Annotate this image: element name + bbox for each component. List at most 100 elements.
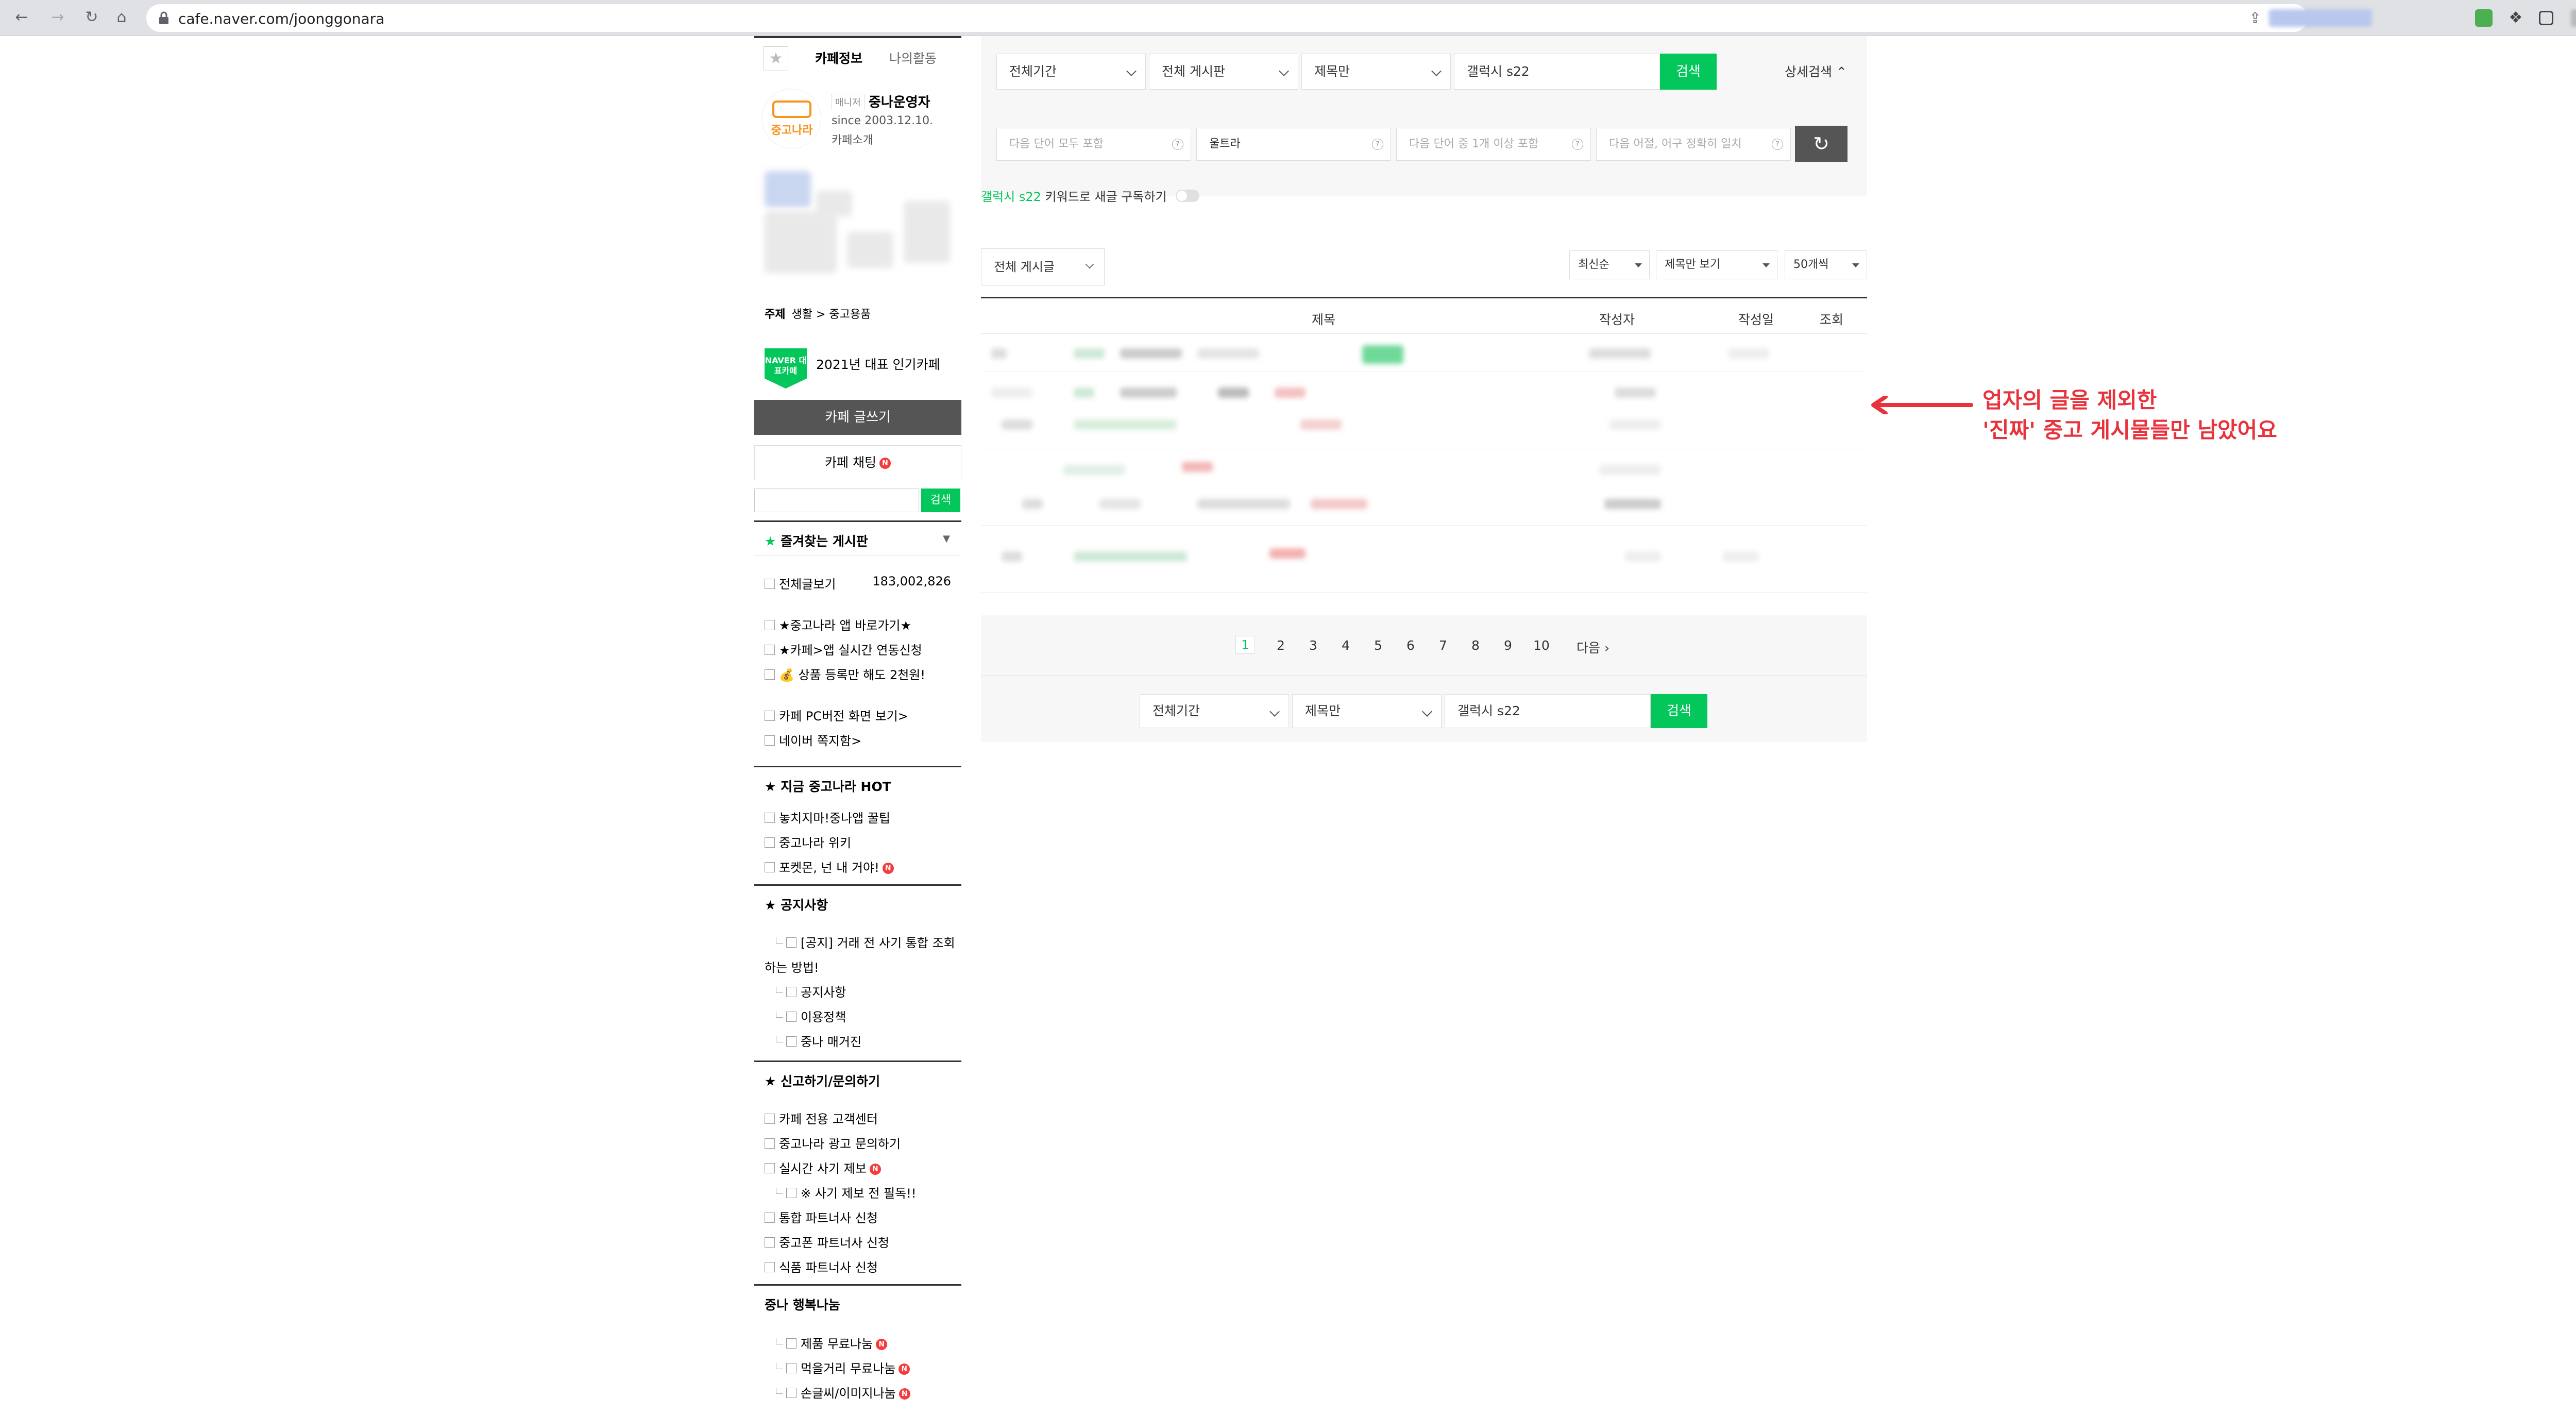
period-select[interactable]: 전체기간 xyxy=(996,54,1146,90)
page-9[interactable]: 9 xyxy=(1504,638,1512,653)
address-bar[interactable]: cafe.naver.com/joonggonara ⇪ ☆ xyxy=(146,4,2308,32)
bottom-search-button[interactable]: 검색 xyxy=(1651,694,1707,728)
page-8[interactable]: 8 xyxy=(1471,638,1480,653)
forward-icon[interactable]: → xyxy=(46,6,69,29)
page-1[interactable]: 1 xyxy=(1235,636,1255,654)
page-5[interactable]: 5 xyxy=(1374,638,1382,653)
sidebar-search-input[interactable] xyxy=(754,489,919,512)
sidebar-item[interactable]: ★카페>앱 실시간 연동신청 xyxy=(765,640,922,658)
sidebar-item[interactable]: 놓치지마!중나앱 꿀팁 xyxy=(765,808,890,826)
sidepanel-icon[interactable] xyxy=(2539,11,2553,25)
sidebar-item[interactable]: 네이버 쪽지함> xyxy=(765,731,861,749)
share-icon[interactable]: ⇪ xyxy=(2249,10,2261,26)
sidebar-item[interactable]: 실시간 사기 제보 N xyxy=(765,1158,881,1176)
sidebar-item[interactable]: [공지] 거래 전 사기 통합 조회 xyxy=(776,933,955,951)
scope-select[interactable]: 제목만 xyxy=(1301,54,1451,90)
back-icon[interactable]: ← xyxy=(10,6,33,29)
board-icon xyxy=(786,1338,796,1349)
blurred-info xyxy=(765,211,837,273)
sidebar-item-label: 놓치지마!중나앱 꿀팁 xyxy=(779,811,890,826)
view-mode-select[interactable]: 제목만 보기 xyxy=(1656,250,1777,279)
sidebar-item[interactable]: 중고폰 파트너사 신청 xyxy=(765,1233,889,1251)
page-4[interactable]: 4 xyxy=(1342,638,1350,653)
cafe-intro-link[interactable]: 카페소개 xyxy=(832,131,873,147)
subscribe-toggle[interactable] xyxy=(1176,190,1199,202)
lock-icon xyxy=(159,11,168,24)
cafe-logo[interactable]: 중고나라 xyxy=(761,89,821,148)
sidebar-item[interactable]: 카페 PC버전 화면 보기> xyxy=(765,706,908,724)
favorites-title: 즐겨찾는 게시판 xyxy=(781,534,868,549)
help-icon[interactable]: ? xyxy=(1172,139,1183,150)
sidebar-item-label: ★카페>앱 실시간 연동신청 xyxy=(779,643,922,658)
help-icon[interactable]: ? xyxy=(1372,139,1383,150)
sort-select[interactable]: 최신순 xyxy=(1569,250,1650,279)
sidebar-item[interactable]: 중나 매거진 xyxy=(776,1032,861,1050)
next-page-link[interactable]: 다음 › xyxy=(1577,638,1609,656)
tab-my-activity[interactable]: 나의활동 xyxy=(889,48,937,67)
help-icon[interactable]: ? xyxy=(1772,139,1783,150)
extension-icon[interactable] xyxy=(2475,9,2493,27)
table-row[interactable] xyxy=(981,526,1867,593)
favorites-header[interactable]: ★ 즐겨찾는 게시판 ▼ xyxy=(754,520,961,554)
detail-search-toggle[interactable]: 상세검색 ⌃ xyxy=(1785,62,1847,80)
exact-phrase-input[interactable]: 다음 어절, 어구 정확히 일치? xyxy=(1596,128,1791,161)
any-words-input[interactable]: 다음 단어 중 1개 이상 포함? xyxy=(1396,128,1591,161)
exclude-words-input[interactable]: 울트라? xyxy=(1196,128,1391,161)
cafe-topic: 주제 생활 > 중고용품 xyxy=(765,305,871,322)
sidebar-item[interactable]: 포켓몬, 넌 내 거야! N xyxy=(765,857,894,876)
sort-value: 최신순 xyxy=(1578,258,1609,271)
favorite-star-icon[interactable]: ★ xyxy=(764,46,788,71)
board-filter-select[interactable]: 전체 게시글 xyxy=(981,248,1105,285)
help-icon[interactable]: ? xyxy=(1572,139,1583,150)
sidebar-item[interactable]: ※ 사기 제보 전 필독!! xyxy=(776,1183,916,1201)
page-6[interactable]: 6 xyxy=(1406,638,1415,653)
per-page-value: 50개씩 xyxy=(1793,258,1829,271)
cafe-chat-button[interactable]: 카페 채팅 N xyxy=(754,445,961,480)
sidebar-item[interactable]: 중고나라 위키 xyxy=(765,833,851,851)
sidebar-item[interactable]: 공지사항 xyxy=(776,982,846,1000)
page-3[interactable]: 3 xyxy=(1309,638,1317,653)
sidebar-item[interactable]: 통합 파트너사 신청 xyxy=(765,1208,878,1226)
sidebar-item[interactable]: 제품 무료나눔 N xyxy=(776,1334,888,1352)
page-7[interactable]: 7 xyxy=(1439,638,1447,653)
reset-icon[interactable]: ↻ xyxy=(1795,126,1848,162)
tab-cafe-info[interactable]: 카페정보 xyxy=(815,48,862,67)
sidebar-item[interactable]: 중고나라 광고 문의하기 xyxy=(765,1134,901,1152)
reload-icon[interactable]: ↻ xyxy=(80,6,103,29)
search-button[interactable]: 검색 xyxy=(1660,54,1717,90)
per-page-select[interactable]: 50개씩 xyxy=(1785,250,1867,279)
sidebar-item[interactable]: 💰 상품 등록만 해도 2천원! xyxy=(765,665,925,683)
profile-icon[interactable] xyxy=(2571,9,2576,27)
sidebar-item-label: 공지사항 xyxy=(801,985,846,1000)
chevron-down-icon xyxy=(1422,706,1432,717)
exact-phrase-placeholder: 다음 어절, 어구 정확히 일치 xyxy=(1609,138,1742,150)
search-input[interactable]: 갤럭시 s22 xyxy=(1454,54,1660,90)
table-row[interactable] xyxy=(981,335,1867,372)
all-words-input[interactable]: 다음 단어 모두 포함? xyxy=(996,128,1191,161)
bottom-period-select[interactable]: 전체기간 xyxy=(1140,694,1289,728)
puzzle-icon[interactable]: ❖ xyxy=(2507,9,2524,27)
write-post-button[interactable]: 카페 글쓰기 xyxy=(754,400,961,435)
table-row[interactable] xyxy=(981,449,1867,526)
url-text: cafe.naver.com/joonggonara xyxy=(178,10,385,27)
tree-line xyxy=(776,937,783,944)
sidebar-item[interactable]: 먹을거리 무료나눔 N xyxy=(776,1358,910,1376)
home-icon[interactable]: ⌂ xyxy=(110,6,133,29)
dropdown-caret-icon[interactable]: ▼ xyxy=(943,533,950,544)
sidebar-item[interactable]: ★중고나라 앱 바로가기★ xyxy=(765,615,911,633)
page-10[interactable]: 10 xyxy=(1533,638,1550,653)
sidebar-item-continued[interactable]: 하는 방법! xyxy=(765,957,819,975)
page-2[interactable]: 2 xyxy=(1277,638,1285,653)
sidebar-item[interactable]: 손글씨/이미지나눔 N xyxy=(776,1383,910,1401)
sidebar-search-button[interactable]: 검색 xyxy=(921,489,960,512)
manager-name[interactable]: 중나운영자 xyxy=(869,92,930,111)
sidebar-item-all-posts[interactable]: 전체글보기 xyxy=(765,574,836,592)
sidebar-item[interactable]: 이용정책 xyxy=(776,1007,846,1025)
sidebar-item[interactable]: 카페 전용 고객센터 xyxy=(765,1109,878,1127)
bottom-search-input[interactable]: 갤럭시 s22 xyxy=(1445,694,1651,728)
board-value: 전체 게시판 xyxy=(1162,64,1225,79)
sidebar-item[interactable]: 식품 파트너사 신청 xyxy=(765,1257,878,1275)
table-row[interactable] xyxy=(981,372,1867,449)
bottom-scope-select[interactable]: 제목만 xyxy=(1292,694,1442,728)
board-select[interactable]: 전체 게시판 xyxy=(1149,54,1298,90)
